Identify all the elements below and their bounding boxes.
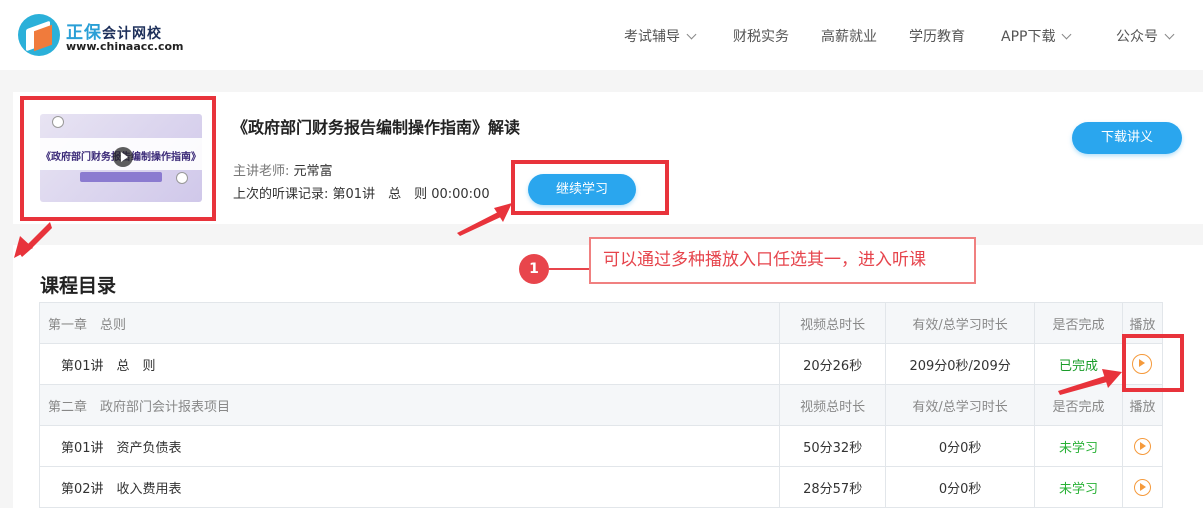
lecture-name[interactable]: 第01讲 总 则 [38,343,781,385]
nav-high-salary-jobs[interactable]: 高薪就业 [821,26,877,46]
top-header: 正保会计网校 www.chinaacc.com 考试辅导 财税实务 高薪就业 学… [0,0,1203,70]
play-icon[interactable] [113,147,133,167]
lecture-name[interactable]: 第01讲 资产负债表 [38,425,781,467]
chapter-row: 第一章 总则 视频总时长 有效/总学习时长 是否完成 播放 [38,302,1164,344]
catalog-table: 第一章 总则 视频总时长 有效/总学习时长 是否完成 播放 第01讲 总 则 2… [38,302,1164,508]
lecture-row[interactable]: 第01讲 资产负债表 50分32秒 0分0秒 未学习 [38,425,1164,467]
play-icon[interactable] [1132,354,1153,374]
catalog-title: 课程目录 [40,275,117,297]
lecture-row[interactable]: 第01讲 总 则 20分26秒 209分0秒/209分 已完成 [38,343,1164,385]
play-icon[interactable] [1133,478,1151,496]
logo-icon[interactable] [18,14,60,56]
chapter-row: 第二章 政府部门会计报表项目 视频总时长 有效/总学习时长 是否完成 播放 [38,384,1164,426]
course-title: 《政府部门财务报告编制操作指南》解读 [232,118,521,137]
status-badge: 已完成 [1059,358,1099,374]
lecture-row[interactable]: 第02讲 收入费用表 28分57秒 0分0秒 未学习 [38,466,1164,508]
chevron-down-icon [1164,29,1175,40]
chevron-down-icon [1062,29,1072,40]
last-record-value: 第01讲 总 则 00:00:00 [332,187,490,202]
chevron-down-icon [686,29,697,40]
nav-degree-education[interactable]: 学历教育 [909,26,965,46]
status-badge: 未学习 [1059,440,1099,456]
download-handout-button[interactable]: 下载讲义 [1072,122,1182,154]
step-badge: 1 [519,254,549,284]
lecture-name[interactable]: 第02讲 收入费用表 [38,466,781,508]
annotation-tip: 可以通过多种播放入口任选其一，进入听课 [589,237,976,284]
continue-learning-button[interactable]: 继续学习 [528,174,636,205]
nav-tax-practice[interactable]: 财税实务 [733,26,789,46]
status-badge: 未学习 [1059,481,1099,497]
last-record: 上次的听课记录: 第01讲 总 则 00:00:00 [233,187,490,202]
nav-exam-tutoring[interactable]: 考试辅导 [624,26,697,46]
logo-url: www.chinaacc.com [66,40,184,53]
course-thumbnail[interactable]: 《政府部门财务报告编制操作指南》 [40,114,202,202]
teacher-name: 元常富 [293,164,333,179]
nav-official-account[interactable]: 公众号 [1116,26,1175,46]
teacher-info: 主讲老师: 元常富 [233,164,333,179]
play-icon[interactable] [1133,437,1151,455]
nav-app-download[interactable]: APP下载 [1001,26,1072,46]
